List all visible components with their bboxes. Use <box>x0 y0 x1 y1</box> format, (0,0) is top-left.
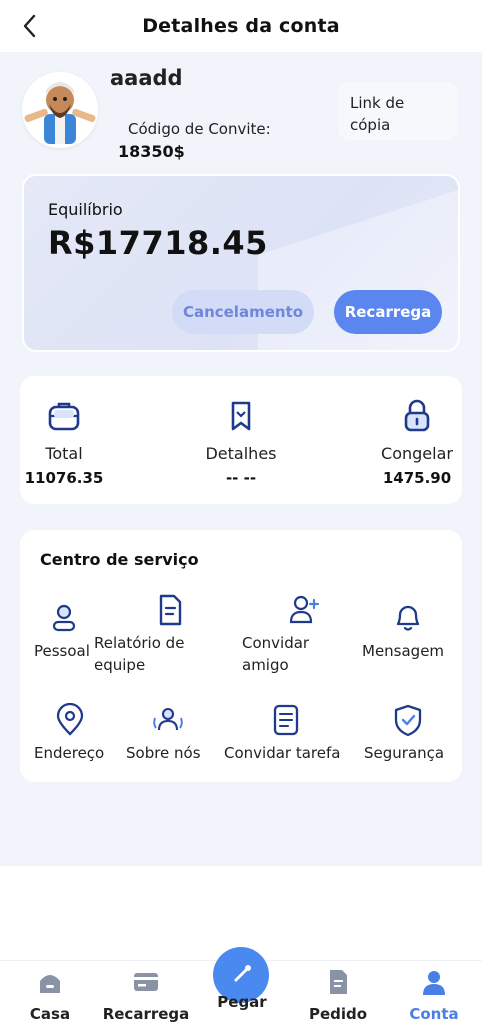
tab-home[interactable]: Casa <box>2 967 98 1023</box>
stats-card: Total 11076.35 Detalhes -- -- Congelar 1… <box>20 376 462 504</box>
stat-label: Detalhes <box>205 444 277 463</box>
task-icon <box>273 704 299 736</box>
group-icon <box>153 707 183 731</box>
lock-icon <box>404 399 430 432</box>
chevron-left-icon <box>23 14 36 38</box>
avatar-illustration <box>22 72 98 148</box>
location-icon <box>56 702 84 736</box>
service-center: Centro de serviço Pessoal Relatório de e… <box>20 530 462 782</box>
service-label: Sobre nós <box>126 744 201 762</box>
page-title: Detalhes da conta <box>142 15 340 37</box>
bell-icon <box>396 605 420 631</box>
service-label: Convidar tarefa <box>224 744 341 762</box>
service-label: Endereço <box>34 744 105 762</box>
service-address[interactable]: Endereço <box>34 702 114 764</box>
person-icon <box>52 604 76 632</box>
shield-icon <box>394 704 422 737</box>
copy-link-button[interactable]: Link de cópia <box>338 82 458 140</box>
service-security[interactable]: Segurança <box>364 702 460 764</box>
card-icon <box>134 973 158 991</box>
grab-icon <box>234 965 251 982</box>
tab-account[interactable]: Conta <box>386 967 482 1023</box>
tab-label: Casa <box>29 1005 71 1023</box>
service-invite-task[interactable]: Convidar tarefa <box>224 702 348 764</box>
tab-grab[interactable]: Pegar <box>194 989 290 1011</box>
recharge-button[interactable]: Recarrega <box>334 290 442 334</box>
home-icon <box>40 975 60 993</box>
document-icon <box>159 594 182 626</box>
service-message[interactable]: Mensagem <box>362 600 458 662</box>
bottom-tab-bar: Casa Recarrega Pegar Pedido Conta <box>0 947 482 1025</box>
service-label: Segurança <box>364 744 445 762</box>
invite-code-label: Código de Convite: <box>128 120 271 138</box>
balance-amount: R$17718.45 <box>48 224 268 262</box>
page-bottom-area <box>0 866 482 960</box>
service-center-title: Centro de serviço <box>40 550 199 569</box>
tab-label: Recarrega <box>102 1005 190 1023</box>
stat-label: Congelar <box>381 444 453 463</box>
tab-label: Conta <box>409 1005 459 1023</box>
balance-card: Equilíbrio R$17718.45 Cancelamento Recar… <box>22 174 460 352</box>
order-icon <box>330 970 347 994</box>
bookmark-icon <box>231 401 251 431</box>
tab-order[interactable]: Pedido <box>290 967 386 1023</box>
tab-label: Pedido <box>308 1005 368 1023</box>
service-invite-friend[interactable]: Convidar amigo <box>242 592 342 676</box>
stat-value: 1475.90 <box>382 469 452 487</box>
stat-frozen[interactable]: Congelar 1475.90 <box>357 396 477 487</box>
username: aaadd <box>110 66 183 90</box>
stat-total[interactable]: Total 11076.35 <box>4 396 124 487</box>
balance-label: Equilíbrio <box>48 200 123 219</box>
stat-value: 11076.35 <box>24 469 104 487</box>
service-team-report[interactable]: Relatório de equipe <box>94 592 204 676</box>
stat-value: -- -- <box>225 469 257 487</box>
tab-recharge[interactable]: Recarrega <box>98 967 194 1023</box>
service-label: Convidar amigo <box>242 634 310 674</box>
back-button[interactable] <box>18 12 44 40</box>
service-about-us[interactable]: Sobre nós <box>126 702 212 764</box>
tab-label: Pegar <box>217 993 267 1011</box>
profile-section: aaadd Código de Convite: 18350$ Link de … <box>0 52 482 162</box>
add-user-icon <box>289 595 320 624</box>
briefcase-icon <box>48 402 80 431</box>
account-icon <box>423 971 445 995</box>
service-label: Mensagem <box>362 642 445 660</box>
stat-details[interactable]: Detalhes -- -- <box>181 396 301 487</box>
cancel-button[interactable]: Cancelamento <box>172 290 314 334</box>
invite-code: 18350$ <box>118 142 185 161</box>
stat-label: Total <box>45 444 83 463</box>
avatar <box>22 72 98 148</box>
top-bar: Detalhes da conta <box>0 0 482 52</box>
service-label: Relatório de equipe <box>94 634 185 674</box>
